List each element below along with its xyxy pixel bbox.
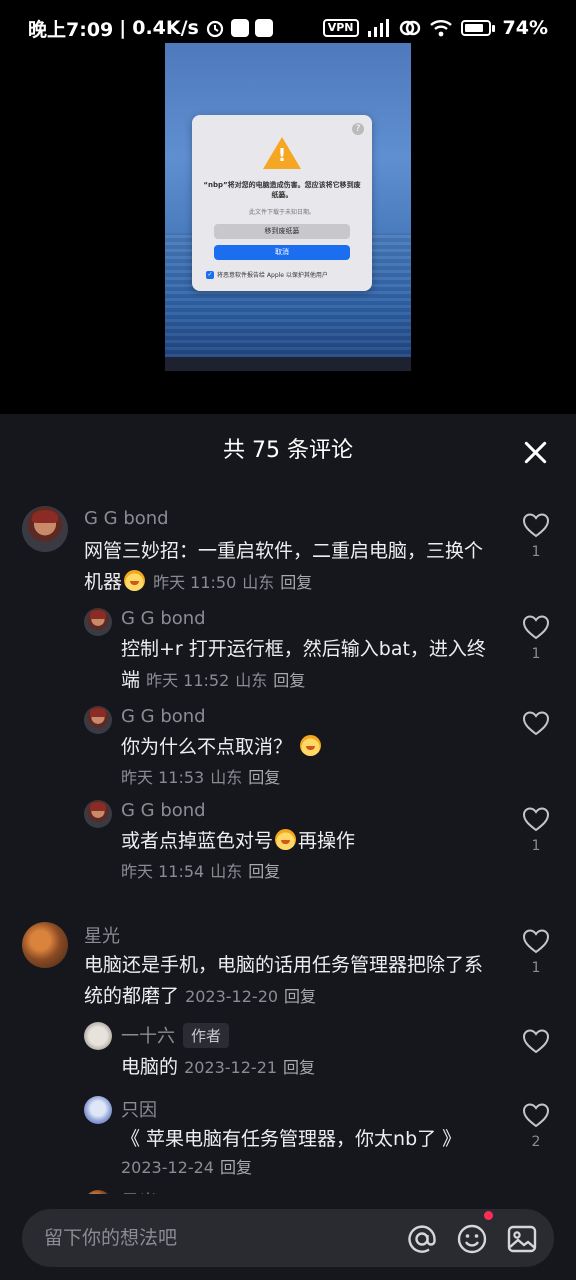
reply-button[interactable]: 回复 <box>220 1158 252 1177</box>
reply-button[interactable]: 回复 <box>273 671 305 690</box>
battery-percent: 74% <box>502 17 548 39</box>
help-icon: ? <box>352 123 364 135</box>
comment-text: 或者点掉蓝色对号 再操作 <box>121 829 356 852</box>
comment-text: 控制+r 打开运行框，然后输入bat，进入终端 昨天 11:52 山东 回复 <box>121 638 486 691</box>
comment-meta: 昨天 11:50 山东 回复 <box>153 573 313 592</box>
heart-icon <box>522 711 550 736</box>
post-image[interactable]: ? ! “nbp”将对您的电脑造成伤害。您应该将它移到废纸篓。 此文件下载于未知… <box>165 43 411 371</box>
avatar[interactable] <box>84 706 112 734</box>
comment-author[interactable]: G G bond <box>84 508 169 529</box>
heart-icon <box>522 807 550 832</box>
image-icon[interactable] <box>506 1223 538 1255</box>
new-badge <box>484 1211 493 1220</box>
comment-author[interactable]: 星光 <box>84 922 120 948</box>
like-count: 1 <box>531 960 541 976</box>
signal-icon <box>367 19 389 37</box>
comment-author[interactable]: 只因 <box>121 1096 157 1122</box>
notification-icon <box>254 19 273 37</box>
move-to-trash-button: 移到废纸篓 <box>214 224 350 239</box>
battery-icon <box>460 20 495 36</box>
like-button[interactable] <box>518 1028 554 1054</box>
heart-icon <box>522 1029 550 1054</box>
avatar[interactable] <box>22 922 68 968</box>
comment-author[interactable]: G G bond <box>121 800 206 821</box>
comments-panel: 共 75 条评论 G G bond 网管三妙招：一重启软件，二重启电脑，三换个机… <box>0 414 576 1280</box>
network-speed: 0.4K/s <box>132 17 199 39</box>
like-button[interactable] <box>518 710 554 736</box>
like-button[interactable]: 1 <box>518 614 554 662</box>
dialog-message: “nbp”将对您的电脑造成伤害。您应该将它移到废纸篓。 <box>203 181 361 199</box>
comment-text: 电脑的 2023-12-21 回复 <box>121 1052 491 1083</box>
heart-icon <box>522 1103 550 1128</box>
heart-icon <box>522 929 550 954</box>
close-icon[interactable] <box>524 441 546 463</box>
reply-button[interactable]: 回复 <box>284 987 316 1006</box>
avatar[interactable] <box>84 800 112 828</box>
like-button[interactable]: 1 <box>518 806 554 854</box>
emoji-icon <box>124 570 146 591</box>
emoji-icon <box>275 829 297 850</box>
clock: 晚上7:09 <box>28 18 114 41</box>
comments-title: 共 75 条评论 <box>223 438 353 463</box>
checkbox-icon: ✓ <box>206 270 214 279</box>
emoji-icon[interactable] <box>456 1223 488 1255</box>
avatar[interactable] <box>22 506 68 552</box>
like-count: 1 <box>531 838 541 854</box>
link-icon <box>399 20 420 36</box>
mention-icon[interactable] <box>406 1223 438 1255</box>
reply-button[interactable]: 回复 <box>280 573 312 592</box>
comment-text: 网管三妙招：一重启软件，二重启电脑，三换个机器 昨天 11:50 山东 回复 <box>84 540 484 593</box>
heart-icon <box>522 513 550 538</box>
reply-button[interactable]: 回复 <box>283 1058 315 1077</box>
report-checkbox: ✓ 将恶意软件报告给 Apple 以保护其他用户 <box>206 270 328 279</box>
comment-input[interactable]: 留下你的想法吧 <box>22 1209 554 1267</box>
comment-text: 电脑还是手机，电脑的话用任务管理器把除了系统的都磨了 2023-12-20 回复 <box>84 954 484 1007</box>
comment-meta: 昨天 11:52 山东 回复 <box>146 671 306 690</box>
like-count: 1 <box>531 544 541 560</box>
comment-text: 《 苹果电脑有任务管理器，你太nb了 》 <box>121 1128 462 1150</box>
comment-meta: 2023-12-24 回复 <box>121 1158 252 1177</box>
comment-input-bar: 留下你的想法吧 <box>0 1194 576 1280</box>
comment-author[interactable]: G G bond <box>121 706 206 727</box>
comment-placeholder: 留下你的想法吧 <box>44 1227 178 1249</box>
vpn-icon: VPN <box>322 19 359 37</box>
dialog-cancel-button: 取消 <box>214 245 350 260</box>
comment-meta: 昨天 11:53 山东 回复 <box>121 768 281 787</box>
reply-button[interactable]: 回复 <box>248 862 280 881</box>
wifi-icon <box>429 20 452 37</box>
malware-alert-dialog: ? ! “nbp”将对您的电脑造成伤害。您应该将它移到废纸篓。 此文件下载于未知… <box>192 115 372 291</box>
emoji-icon <box>300 735 322 756</box>
like-button[interactable]: 1 <box>518 512 554 560</box>
avatar[interactable] <box>84 1096 112 1124</box>
comment-meta: 昨天 11:54 山东 回复 <box>121 862 281 881</box>
dialog-sub: 此文件下载于未知日期。 <box>248 209 315 216</box>
heart-icon <box>522 615 550 640</box>
like-button[interactable]: 1 <box>518 928 554 976</box>
comment-author[interactable]: 一十六 作者 <box>121 1022 230 1048</box>
comment-author[interactable]: G G bond <box>121 608 206 629</box>
comment-meta: 2023-12-20 回复 <box>185 987 317 1006</box>
reply-button[interactable]: 回复 <box>248 768 280 787</box>
comment-text: 你为什么不点取消？ <box>121 732 491 763</box>
avatar[interactable] <box>84 608 112 636</box>
author-badge: 作者 <box>183 1023 230 1048</box>
like-count: 1 <box>531 646 541 662</box>
avatar[interactable] <box>84 1022 112 1050</box>
like-count: 2 <box>531 1134 541 1150</box>
alarm-icon <box>206 20 223 38</box>
notification-icon <box>230 19 249 37</box>
comment-meta: 2023-12-21 回复 <box>184 1058 316 1077</box>
like-button[interactable]: 2 <box>518 1102 554 1150</box>
